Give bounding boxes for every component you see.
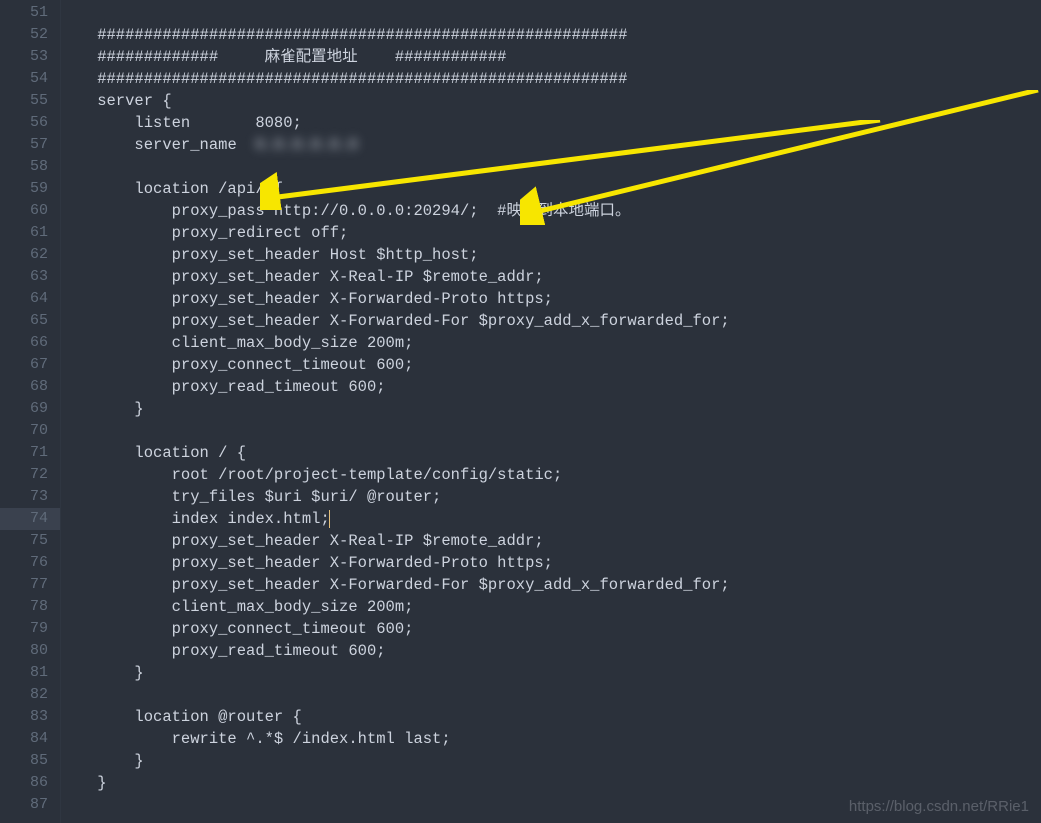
line-number: 59	[0, 178, 48, 200]
line-number: 54	[0, 68, 48, 90]
line-number: 76	[0, 552, 48, 574]
line-number: 69	[0, 398, 48, 420]
line-number: 63	[0, 266, 48, 288]
line-number: 61	[0, 222, 48, 244]
line-number: 65	[0, 310, 48, 332]
code-line[interactable]: }	[60, 398, 1041, 420]
line-number: 79	[0, 618, 48, 640]
line-number: 75	[0, 530, 48, 552]
line-number: 86	[0, 772, 48, 794]
line-number: 53	[0, 46, 48, 68]
redacted-text: 0.0.0.0.0.0	[255, 136, 357, 154]
code-line[interactable]: proxy_read_timeout 600;	[60, 640, 1041, 662]
code-line[interactable]: client_max_body_size 200m;	[60, 332, 1041, 354]
code-line[interactable]: listen 8080;	[60, 112, 1041, 134]
code-line[interactable]: proxy_pass http://0.0.0.0:20294/; #映射到本地…	[60, 200, 1041, 222]
line-number: 55	[0, 90, 48, 112]
line-number: 87	[0, 794, 48, 816]
code-line[interactable]: ########################################…	[60, 24, 1041, 46]
code-line[interactable]: rewrite ^.*$ /index.html last;	[60, 728, 1041, 750]
line-number-gutter: 5152535455565758596061626364656667686970…	[0, 0, 61, 823]
code-line[interactable]: }	[60, 750, 1041, 772]
code-line[interactable]: proxy_read_timeout 600;	[60, 376, 1041, 398]
line-number: 57	[0, 134, 48, 156]
code-line[interactable]	[60, 420, 1041, 442]
code-line[interactable]: proxy_connect_timeout 600;	[60, 618, 1041, 640]
code-line[interactable]: }	[60, 772, 1041, 794]
line-number: 51	[0, 2, 48, 24]
code-line[interactable]: proxy_set_header X-Real-IP $remote_addr;	[60, 266, 1041, 288]
code-line[interactable]: }	[60, 662, 1041, 684]
code-line[interactable]	[60, 684, 1041, 706]
code-line[interactable]: proxy_set_header X-Forwarded-For $proxy_…	[60, 310, 1041, 332]
code-line[interactable]: try_files $uri $uri/ @router;	[60, 486, 1041, 508]
code-line[interactable]: location / {	[60, 442, 1041, 464]
line-number: 52	[0, 24, 48, 46]
line-number: 58	[0, 156, 48, 178]
line-number: 81	[0, 662, 48, 684]
code-line[interactable]: proxy_redirect off;	[60, 222, 1041, 244]
code-line[interactable]	[60, 156, 1041, 178]
line-number: 68	[0, 376, 48, 398]
watermark: https://blog.csdn.net/RRie1	[849, 798, 1029, 815]
code-line[interactable]: root /root/project-template/config/stati…	[60, 464, 1041, 486]
line-number: 84	[0, 728, 48, 750]
line-number: 72	[0, 464, 48, 486]
line-number: 73	[0, 486, 48, 508]
line-number: 70	[0, 420, 48, 442]
code-line[interactable]: proxy_set_header X-Real-IP $remote_addr;	[60, 530, 1041, 552]
code-line[interactable]	[60, 2, 1041, 24]
text-cursor	[329, 510, 330, 528]
code-line[interactable]: proxy_set_header X-Forwarded-Proto https…	[60, 288, 1041, 310]
line-number: 82	[0, 684, 48, 706]
line-number: 83	[0, 706, 48, 728]
line-number: 78	[0, 596, 48, 618]
code-line[interactable]: client_max_body_size 200m;	[60, 596, 1041, 618]
line-number: 62	[0, 244, 48, 266]
code-line[interactable]: proxy_set_header X-Forwarded-For $proxy_…	[60, 574, 1041, 596]
line-number: 60	[0, 200, 48, 222]
line-number: 77	[0, 574, 48, 596]
code-line[interactable]: location @router {	[60, 706, 1041, 728]
code-line[interactable]: ############# 麻雀配置地址 ############	[60, 46, 1041, 68]
code-editor: 5152535455565758596061626364656667686970…	[0, 0, 1041, 823]
line-number: 56	[0, 112, 48, 134]
line-number: 71	[0, 442, 48, 464]
code-line[interactable]: location /api/ {	[60, 178, 1041, 200]
line-number: 80	[0, 640, 48, 662]
code-line[interactable]: proxy_connect_timeout 600;	[60, 354, 1041, 376]
line-number: 66	[0, 332, 48, 354]
code-line[interactable]: index index.html;	[60, 508, 1041, 530]
code-line[interactable]: proxy_set_header X-Forwarded-Proto https…	[60, 552, 1041, 574]
line-number: 74	[0, 508, 48, 530]
code-line[interactable]: proxy_set_header Host $http_host;	[60, 244, 1041, 266]
code-line[interactable]: server_name 0.0.0.0.0.0	[60, 134, 1041, 156]
code-area[interactable]: ########################################…	[60, 0, 1041, 823]
code-line[interactable]: ########################################…	[60, 68, 1041, 90]
line-number: 67	[0, 354, 48, 376]
code-line[interactable]: server {	[60, 90, 1041, 112]
line-number: 85	[0, 750, 48, 772]
line-number: 64	[0, 288, 48, 310]
